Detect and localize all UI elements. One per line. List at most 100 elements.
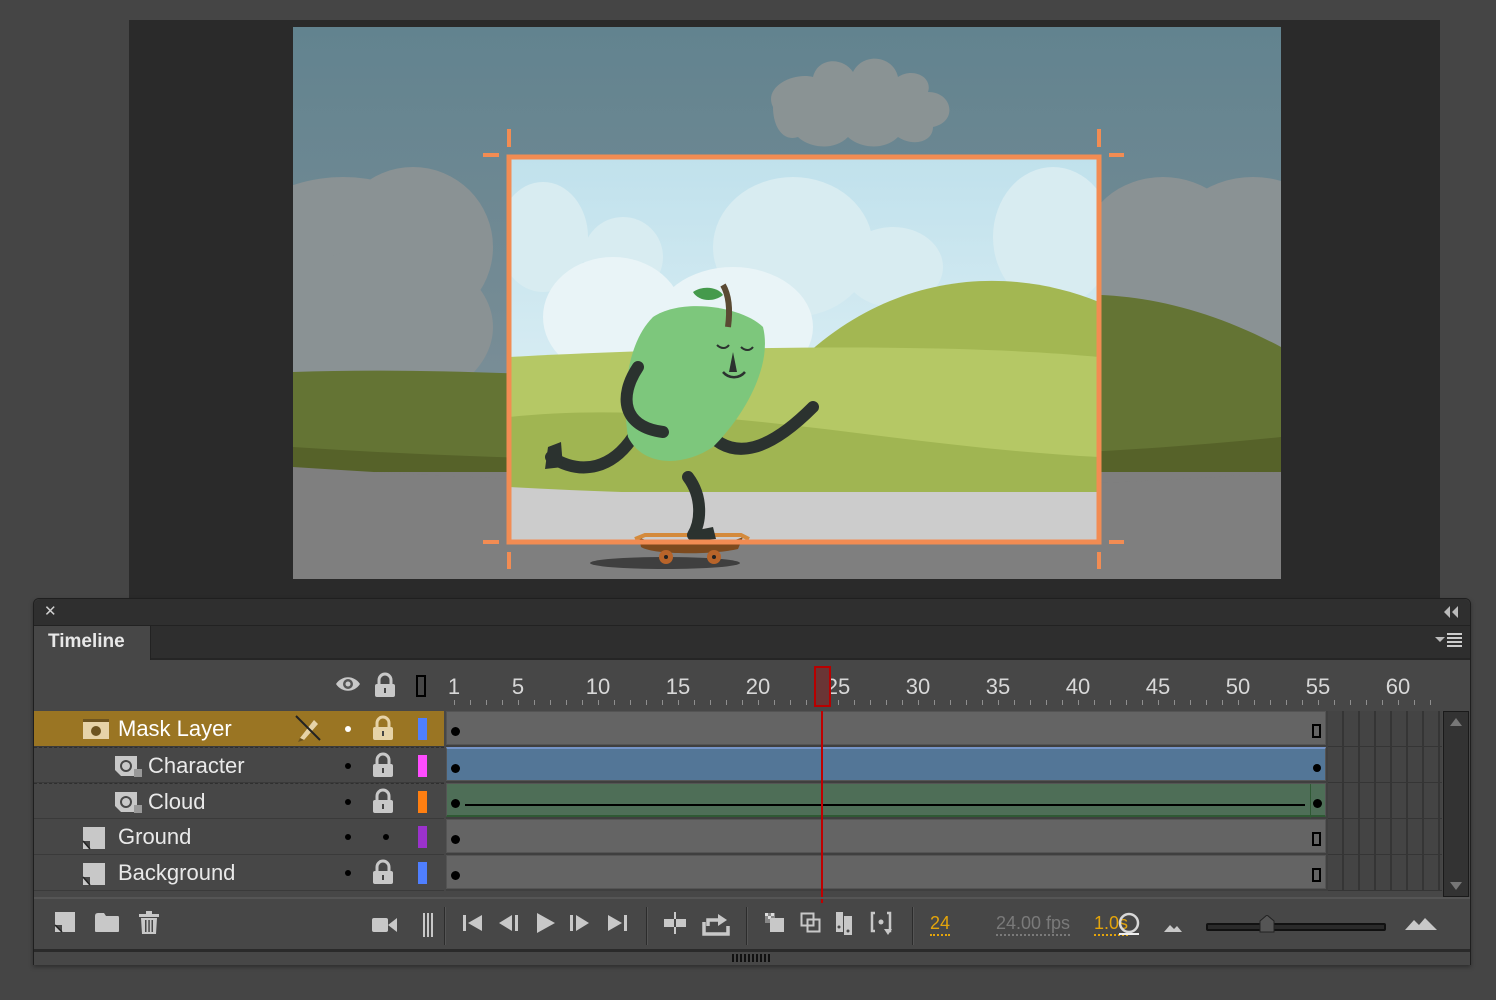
frame-row[interactable]	[446, 711, 1442, 747]
fps-field[interactable]: 24.00 fps	[996, 913, 1071, 936]
end-keyframe[interactable]	[1313, 764, 1321, 772]
end-frame-marker[interactable]	[1312, 832, 1321, 846]
separator	[746, 907, 748, 945]
collapse-panel-button[interactable]	[1442, 605, 1460, 619]
empty-frames[interactable]	[1328, 819, 1442, 855]
layer-row[interactable]: Character	[34, 747, 444, 783]
ruler-tick	[582, 700, 583, 705]
layer-type-icon	[82, 718, 110, 745]
onion-skin-button[interactable]	[764, 912, 786, 939]
visibility-toggle[interactable]	[345, 726, 351, 732]
outline-color-swatch[interactable]	[418, 791, 427, 813]
ruler-tick	[1190, 700, 1191, 705]
layer-name[interactable]: Character	[148, 753, 245, 779]
visibility-toggle[interactable]	[345, 870, 351, 876]
layer-name[interactable]: Cloud	[148, 789, 205, 815]
frame-span[interactable]	[446, 711, 1326, 745]
empty-frames[interactable]	[1328, 711, 1442, 747]
end-keyframe[interactable]	[1313, 799, 1322, 808]
outline-icon[interactable]	[416, 675, 426, 702]
layer-row[interactable]: Background	[34, 855, 444, 891]
new-layer-button[interactable]	[54, 911, 76, 938]
outline-color-swatch[interactable]	[418, 718, 427, 740]
loop-button[interactable]	[702, 912, 730, 941]
keyframe[interactable]	[451, 727, 460, 736]
ruler-tick	[1078, 700, 1079, 705]
end-frame-marker[interactable]	[1312, 724, 1321, 738]
resize-grip-icon[interactable]	[732, 954, 770, 962]
keyframe[interactable]	[451, 835, 460, 844]
go-to-last-frame-button[interactable]	[607, 914, 629, 937]
empty-frames[interactable]	[1328, 783, 1442, 819]
outline-color-swatch[interactable]	[418, 862, 427, 884]
center-frame-button[interactable]	[663, 912, 687, 939]
new-folder-button[interactable]	[94, 911, 120, 938]
frame-row[interactable]	[446, 855, 1442, 891]
frame-span[interactable]	[446, 855, 1326, 889]
visibility-toggle[interactable]	[345, 834, 351, 840]
camera-button[interactable]	[372, 916, 398, 939]
delete-layer-button[interactable]	[138, 911, 160, 940]
lock-icon[interactable]	[374, 672, 396, 703]
frame-span[interactable]	[446, 819, 1326, 853]
empty-frames[interactable]	[1328, 855, 1442, 891]
panel-menu-button[interactable]	[1432, 632, 1464, 648]
end-frame-marker[interactable]	[1312, 868, 1321, 882]
play-button[interactable]	[536, 912, 556, 939]
frame-ruler[interactable]: 1 5 10 15 20 25 30 35 40 45 50 55 60	[446, 662, 1442, 709]
scroll-up-icon	[1450, 718, 1462, 726]
ruler-label: 40	[1065, 674, 1091, 699]
layer-row[interactable]: Mask Layer	[34, 711, 444, 747]
frame-row[interactable]	[446, 819, 1442, 855]
frame-row[interactable]	[446, 747, 1442, 783]
frame-row[interactable]	[446, 783, 1442, 819]
eye-icon[interactable]	[335, 674, 361, 699]
layer-name[interactable]: Mask Layer	[118, 716, 232, 742]
frame-span[interactable]	[446, 747, 1326, 781]
lock-toggle[interactable]	[383, 834, 389, 840]
zoom-out-button[interactable]	[1163, 920, 1183, 938]
keyframe[interactable]	[451, 799, 460, 808]
empty-frames[interactable]	[1328, 747, 1442, 783]
visibility-toggle[interactable]	[345, 799, 351, 805]
outline-color-swatch[interactable]	[418, 826, 427, 848]
ruler-tick	[678, 700, 679, 705]
step-back-button[interactable]	[498, 914, 520, 937]
modify-onion-markers-button[interactable]	[870, 911, 894, 942]
layer-row[interactable]: Cloud	[34, 783, 444, 819]
ruler-tick	[1286, 700, 1287, 705]
frame-grid[interactable]	[446, 711, 1442, 903]
panel-resize-bar[interactable]	[34, 949, 1470, 965]
onion-skin-outlines-button[interactable]	[800, 912, 822, 939]
ruler-tick	[742, 700, 743, 705]
keyframe[interactable]	[451, 871, 460, 880]
go-to-first-frame-button[interactable]	[462, 914, 484, 937]
keyframe[interactable]	[451, 764, 460, 773]
visibility-toggle[interactable]	[345, 763, 351, 769]
lock-toggle[interactable]	[372, 859, 394, 890]
step-forward-button[interactable]	[569, 914, 591, 937]
playhead-line[interactable]	[821, 711, 823, 903]
playhead[interactable]	[814, 666, 831, 707]
lock-toggle[interactable]	[372, 788, 394, 819]
outline-color-swatch[interactable]	[418, 755, 427, 777]
layer-row[interactable]: Ground	[34, 819, 444, 855]
frame-span[interactable]	[446, 783, 1326, 818]
vertical-scrollbar[interactable]	[1443, 711, 1469, 897]
layer-type-icon	[114, 791, 144, 820]
current-frame-field[interactable]: 24	[930, 913, 951, 936]
timeline-zoom-slider[interactable]	[1206, 914, 1386, 933]
ruler-tick	[774, 700, 775, 705]
zoom-in-button[interactable]	[1404, 917, 1438, 936]
layer-name[interactable]: Background	[118, 860, 235, 886]
edit-multiple-frames-button[interactable]	[835, 911, 853, 940]
stage[interactable]	[293, 27, 1281, 579]
tab-timeline[interactable]: Timeline	[34, 626, 151, 660]
ruler-tick	[646, 700, 647, 705]
slider-thumb[interactable]	[1259, 914, 1275, 933]
close-panel-button[interactable]: ✕	[44, 604, 60, 620]
layer-depth-button[interactable]	[423, 913, 433, 942]
lock-toggle[interactable]	[372, 752, 394, 783]
lock-toggle[interactable]	[372, 715, 394, 746]
layer-name[interactable]: Ground	[118, 824, 191, 850]
